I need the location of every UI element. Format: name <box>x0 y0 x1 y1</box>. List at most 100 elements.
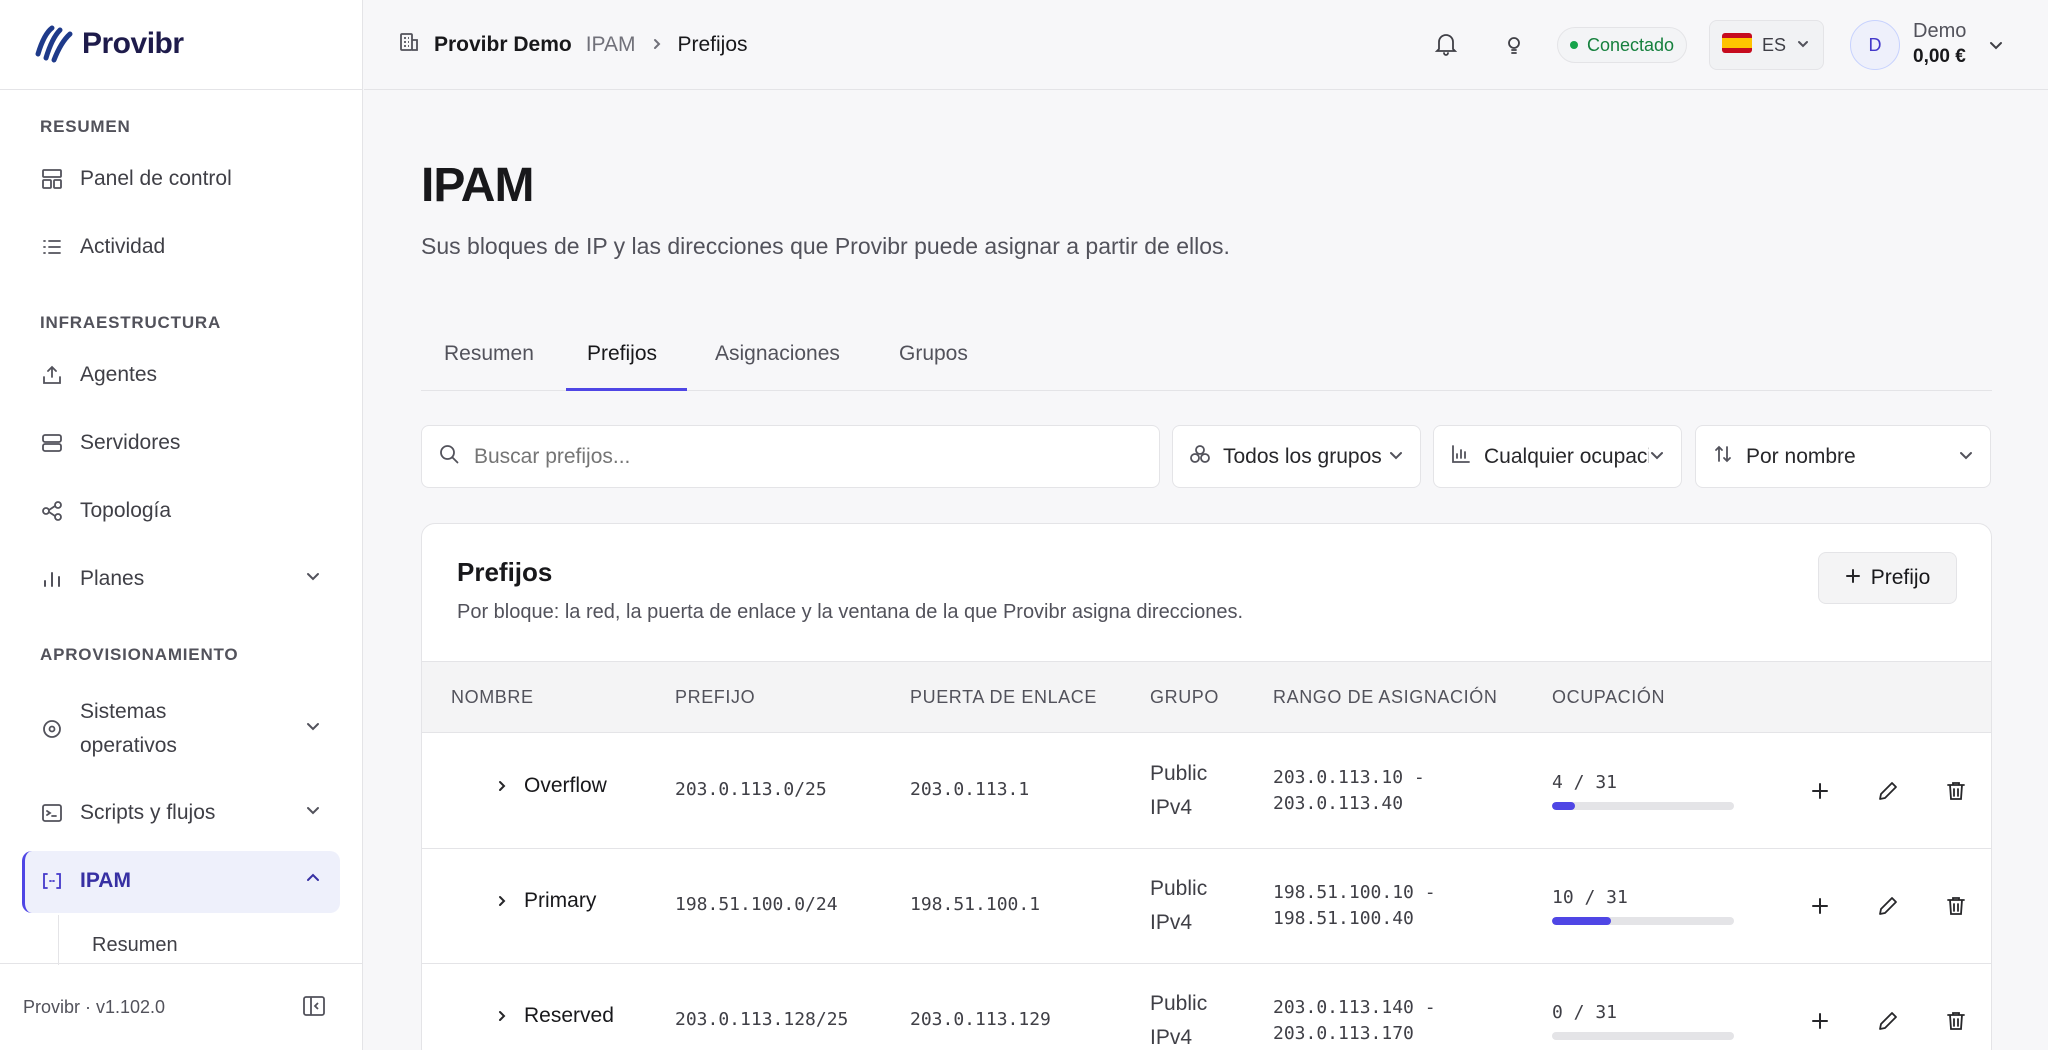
sidebar-footer: Provibr · v1.102.0 <box>0 963 363 1050</box>
brand-logo[interactable]: Provibr <box>34 24 184 64</box>
upload-tray-icon <box>40 363 64 387</box>
sidebar-item-ipam[interactable]: IPAM <box>40 869 322 893</box>
user-menu[interactable]: Demo 0,00 € <box>1913 19 1966 69</box>
connection-status-label: Conectado <box>1587 34 1675 55</box>
sidebar-item-label: Planes <box>80 567 145 590</box>
bracket-icon <box>40 869 64 893</box>
edit-prefix-button[interactable] <box>1874 777 1902 805</box>
user-name: Demo <box>1913 20 1967 42</box>
prefix-name[interactable]: Primary <box>524 889 596 913</box>
column-header[interactable]: PUERTA DE ENLACE <box>910 687 1097 708</box>
sort-arrows-icon <box>1712 443 1734 471</box>
prefix-group: Public IPv4 <box>1150 992 1208 1049</box>
tab-grupos[interactable]: Grupos <box>899 342 968 366</box>
search-field[interactable] <box>421 425 1160 488</box>
chevron-down-icon <box>1649 445 1665 469</box>
table-row[interactable]: Primary 198.51.100.0/24 198.51.100.1 Public… <box>422 849 1991 964</box>
sidebar-item-label: Sistemas operativos <box>80 700 177 757</box>
connection-status-badge: Conectado <box>1557 27 1688 63</box>
table-row[interactable]: Reserved 203.0.113.128/25 203.0.113.129 Pub… <box>422 964 1991 1050</box>
sidebar-item-servidores[interactable]: Servidores <box>40 431 322 455</box>
building-icon <box>398 31 420 59</box>
prefix-range: 203.0.113.10 -203.0.113.40 <box>1273 767 1425 814</box>
bell-icon[interactable] <box>1433 31 1459 62</box>
bar-chart-icon <box>40 567 64 591</box>
sidebar-item-planes[interactable]: Planes <box>40 567 322 591</box>
plus-icon <box>1812 898 1828 914</box>
language-selector[interactable]: ES <box>1709 20 1824 70</box>
org-name[interactable]: Provibr Demo <box>434 33 572 57</box>
chevron-down-icon <box>304 567 322 591</box>
occupancy-bar-fill <box>1552 802 1576 810</box>
occupancy-bar <box>1552 802 1734 810</box>
prefix-cidr: 203.0.113.128/25 <box>675 1009 849 1030</box>
plus-icon <box>1812 1013 1828 1029</box>
prefix-name[interactable]: Overflow <box>524 774 607 798</box>
lightbulb-icon[interactable] <box>1502 33 1526 62</box>
expand-row-icon[interactable] <box>495 1009 509 1028</box>
sidebar-item-label: Topología <box>80 499 172 522</box>
add-assignment-button[interactable] <box>1806 1007 1834 1035</box>
breadcrumb-ipam[interactable]: IPAM <box>586 33 636 57</box>
edit-prefix-button[interactable] <box>1874 1007 1902 1035</box>
share-nodes-icon <box>40 499 64 523</box>
chevron-down-icon <box>1388 445 1404 469</box>
trash-icon <box>1947 897 1965 915</box>
prefix-name[interactable]: Reserved <box>524 1004 614 1028</box>
occupancy-filter-value: Cualquier ocupación <box>1484 444 1649 468</box>
chevron-down-icon[interactable] <box>1988 37 2004 58</box>
table-row[interactable]: Overflow 203.0.113.0/25 203.0.113.1 Public I… <box>422 734 1991 849</box>
group-filter-select[interactable]: Todos los grupos <box>1172 425 1421 488</box>
column-header[interactable]: NOMBRE <box>451 687 534 708</box>
section-label-infraestructura: INFRAESTRUCTURA <box>40 313 222 332</box>
prefix-gateway: 203.0.113.1 <box>910 779 1030 800</box>
trash-icon <box>1947 782 1965 800</box>
column-header[interactable]: PREFIJO <box>675 687 755 708</box>
delete-prefix-button[interactable] <box>1942 777 1970 805</box>
sidebar-subitem-resumen[interactable]: Resumen <box>92 934 322 957</box>
column-header[interactable]: RANGO DE ASIGNACIÓN <box>1273 687 1497 708</box>
expand-row-icon[interactable] <box>495 894 509 913</box>
spain-flag-icon <box>1722 32 1752 58</box>
occupancy-count: 0 / 31 <box>1552 1002 1618 1023</box>
collapse-sidebar-icon[interactable] <box>302 994 326 1023</box>
column-header[interactable]: GRUPO <box>1150 687 1219 708</box>
sidebar-item-topologia[interactable]: Topología <box>40 499 322 523</box>
account-balance: 0,00 € <box>1913 46 1966 67</box>
prefix-cidr: 198.51.100.0/24 <box>675 894 838 915</box>
sidebar-item-sistemas-operativos[interactable]: Sistemas operativos <box>40 695 322 763</box>
status-dot <box>1570 41 1578 49</box>
occupancy-bar <box>1552 1032 1734 1040</box>
expand-row-icon[interactable] <box>495 779 509 798</box>
edit-prefix-button[interactable] <box>1874 892 1902 920</box>
table-header: NOMBRE PREFIJO PUERTA DE ENLACE GRUPO RA… <box>422 661 1991 733</box>
add-assignment-button[interactable] <box>1806 777 1834 805</box>
add-prefix-label: Prefijo <box>1870 566 1931 589</box>
chevron-up-icon <box>304 869 322 893</box>
sidebar-item-agentes[interactable]: Agentes <box>40 363 322 387</box>
prefix-gateway: 203.0.113.129 <box>910 1009 1051 1030</box>
prefixes-card: Prefijos Por bloque: la red, la puerta d… <box>421 523 1992 1050</box>
add-assignment-button[interactable] <box>1806 892 1834 920</box>
avatar[interactable]: D <box>1850 20 1900 70</box>
trash-icon <box>1947 1012 1965 1030</box>
sidebar-item-actividad[interactable]: Actividad <box>40 235 322 259</box>
delete-prefix-button[interactable] <box>1942 892 1970 920</box>
sidebar-item-scripts[interactable]: Scripts y flujos <box>40 801 322 825</box>
occupancy-bar <box>1552 917 1734 925</box>
tab-resumen[interactable]: Resumen <box>444 342 534 366</box>
sidebar-item-panel[interactable]: Panel de control <box>40 167 322 191</box>
search-input[interactable] <box>474 444 1143 469</box>
column-header[interactable]: OCUPACIÓN <box>1552 687 1665 708</box>
occupancy-filter-select[interactable]: Cualquier ocupación <box>1433 425 1682 488</box>
delete-prefix-button[interactable] <box>1942 1007 1970 1035</box>
sort-value: Por nombre <box>1746 444 1856 468</box>
chevron-down-icon <box>1796 35 1810 56</box>
add-prefix-button[interactable]: Prefijo <box>1818 552 1957 604</box>
group-filter-value: Todos los grupos <box>1223 444 1382 468</box>
tab-prefijos[interactable]: Prefijos <box>587 342 657 366</box>
sidebar-item-label: Actividad <box>80 235 166 258</box>
page-subtitle: Sus bloques de IP y las direcciones que … <box>421 233 1230 259</box>
tab-asignaciones[interactable]: Asignaciones <box>715 342 840 366</box>
sort-select[interactable]: Por nombre <box>1695 425 1991 488</box>
